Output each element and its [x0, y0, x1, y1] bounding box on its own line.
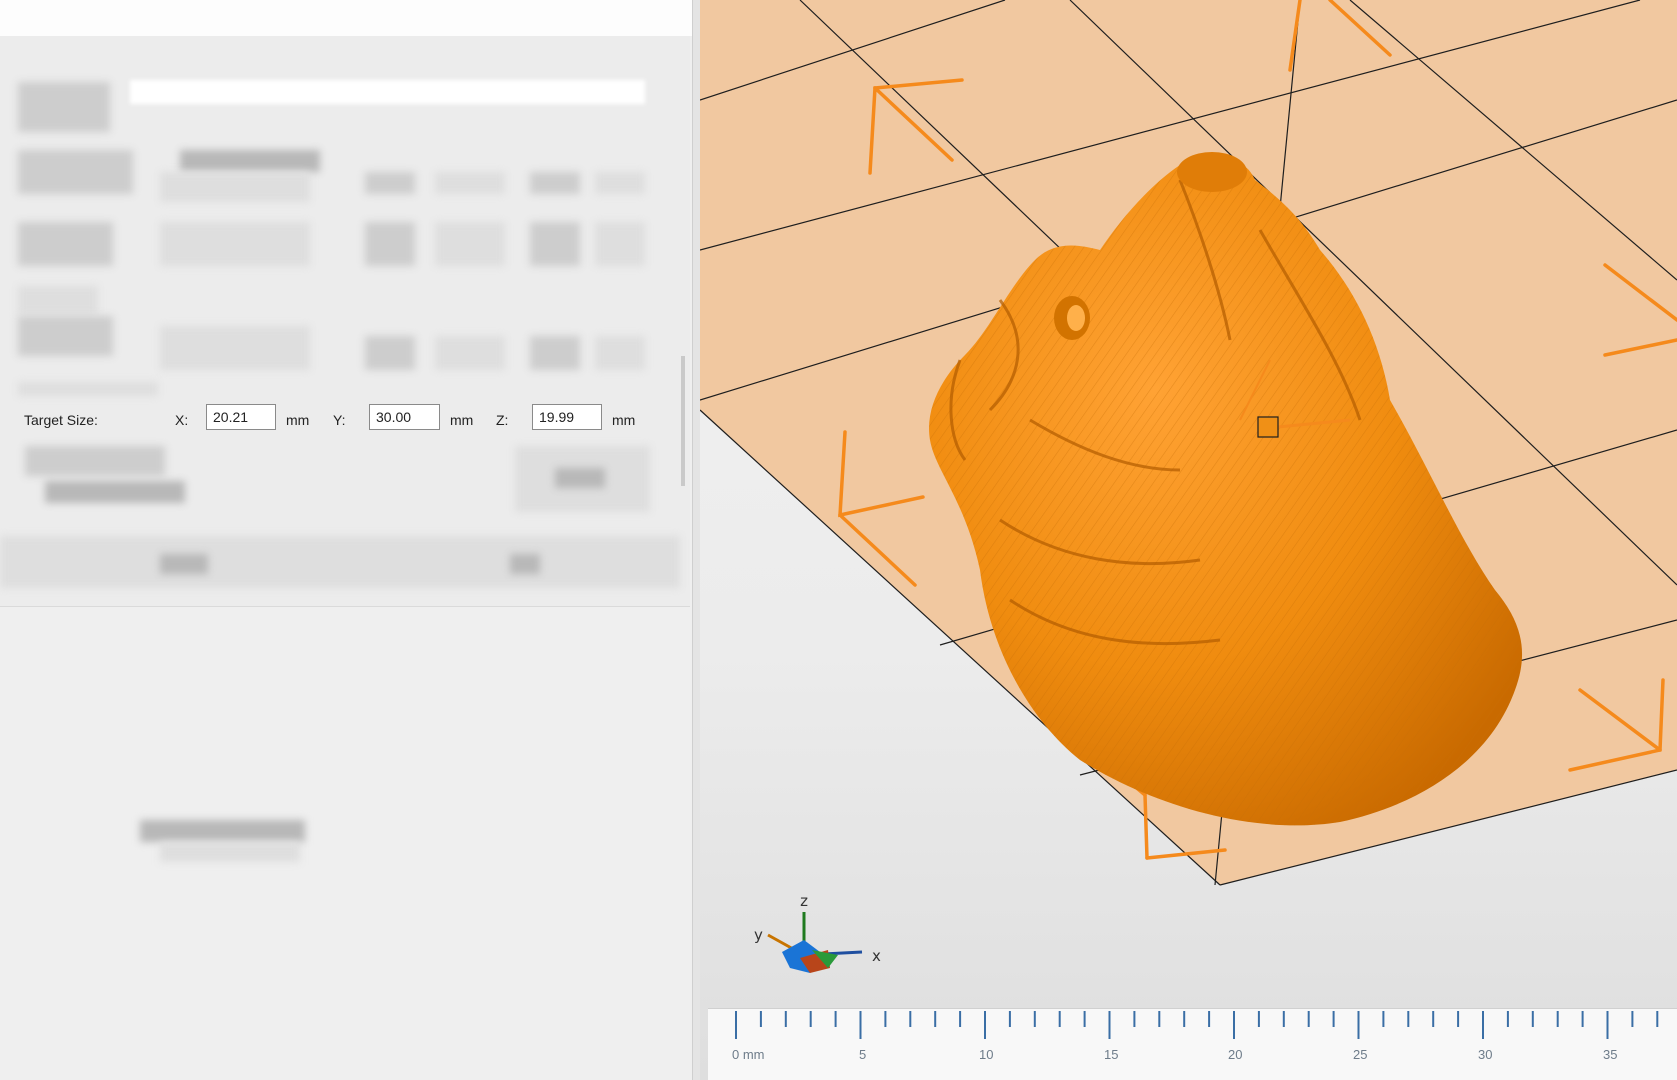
- ruler-label-0: 0 mm: [732, 1047, 765, 1062]
- target-size-row: Target Size: X: mm Y: mm Z: mm: [0, 400, 680, 440]
- axis-x-label: x: [872, 947, 881, 965]
- obscured-field: [365, 172, 415, 194]
- axis-gizmo-icon: z x y: [754, 892, 881, 973]
- obscured-field: [530, 172, 580, 194]
- obscured-field: [365, 222, 415, 266]
- obscured-field: [595, 336, 645, 370]
- axis-y-label: y: [754, 926, 763, 944]
- obscured-status-text: [160, 842, 300, 862]
- obscured-field: [365, 336, 415, 370]
- y-unit: mm: [450, 412, 474, 428]
- target-size-z-input[interactable]: [532, 404, 602, 430]
- ruler-label-35: 35: [1603, 1047, 1618, 1062]
- obscured-status-text: [140, 820, 305, 842]
- ruler-label-15: 15: [1104, 1047, 1119, 1062]
- target-size-y-input[interactable]: [369, 404, 440, 430]
- obscured-field: [160, 172, 310, 202]
- x-unit: mm: [286, 412, 310, 428]
- obscured-label: [180, 150, 320, 172]
- obscured-label: [18, 382, 158, 396]
- scrollbar-thumb[interactable]: [681, 356, 685, 486]
- obscured-field: [595, 222, 645, 266]
- obscured-label: [18, 82, 110, 132]
- ruler-label-30: 30: [1478, 1047, 1493, 1062]
- obscured-button[interactable]: [160, 554, 208, 574]
- ruler-ticks: [735, 1011, 1659, 1039]
- obscured-field: [530, 222, 580, 266]
- axis-z-label: z: [800, 892, 808, 910]
- obscured-button-label: [555, 468, 605, 488]
- scene-canvas[interactable]: z x y: [700, 0, 1677, 1080]
- ruler-label-10: 10: [979, 1047, 994, 1062]
- obscured-checkbox[interactable]: [45, 481, 185, 503]
- obscured-field: [435, 222, 505, 266]
- obscured-field: [530, 336, 580, 370]
- y-label: Y:: [333, 412, 346, 428]
- obscured-field: [595, 172, 645, 194]
- obscured-field: [435, 172, 505, 194]
- z-unit: mm: [612, 412, 636, 428]
- obscured-field: [160, 222, 310, 266]
- scale-settings-group: Target Size: X: mm Y: mm Z: mm: [0, 36, 690, 607]
- obscured-field: [160, 326, 310, 370]
- obscured-label: [18, 222, 113, 266]
- 3d-viewport[interactable]: z x y 0 mm 5 10 15 20 25 30 35: [700, 0, 1677, 1080]
- measurement-ruler: 0 mm 5 10 15 20 25 30 35: [708, 1008, 1677, 1080]
- obscured-field: [435, 336, 505, 370]
- left-panel: Target Size: X: mm Y: mm Z: mm: [0, 0, 700, 1080]
- target-size-x-input[interactable]: [206, 404, 276, 430]
- x-label: X:: [175, 412, 189, 428]
- z-label: Z:: [496, 412, 509, 428]
- target-size-label: Target Size:: [24, 412, 98, 428]
- obscured-button-row: [0, 536, 680, 588]
- ruler-label-5: 5: [859, 1047, 867, 1062]
- obscured-label: [18, 316, 113, 356]
- obscured-label: [18, 150, 133, 194]
- obscured-input[interactable]: [130, 80, 645, 104]
- ruler-label-25: 25: [1353, 1047, 1368, 1062]
- panel-splitter[interactable]: [692, 0, 700, 1080]
- obscured-button[interactable]: [510, 554, 540, 574]
- obscured-label: [25, 446, 165, 476]
- ruler-label-20: 20: [1228, 1047, 1243, 1062]
- panel-header: [0, 0, 692, 36]
- obscured-label: [18, 286, 98, 314]
